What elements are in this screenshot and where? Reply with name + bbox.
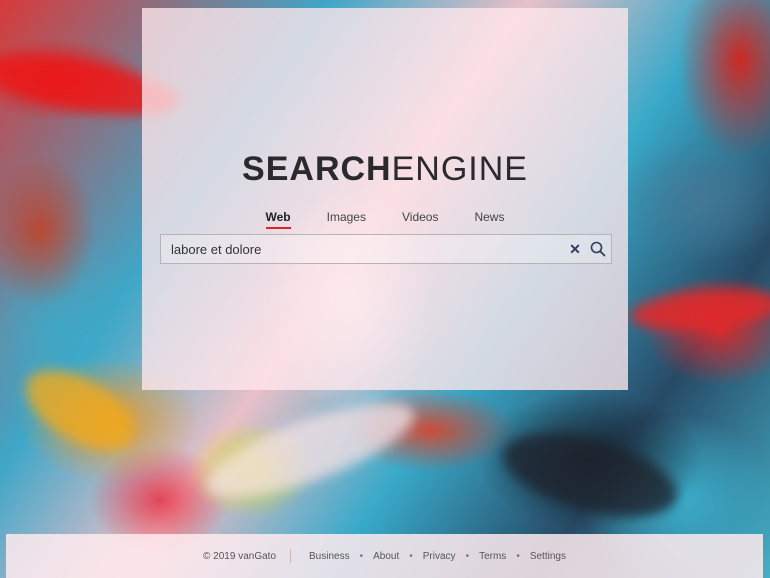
search-box: ✕	[160, 234, 612, 264]
paint-streak	[13, 354, 147, 466]
copyright-text: © 2019 vanGato	[203, 550, 277, 562]
search-icon-svg	[590, 241, 606, 257]
footer-link-privacy[interactable]: Privacy	[423, 551, 456, 562]
footer-separator: •	[465, 550, 470, 562]
paint-streak	[196, 384, 424, 516]
footer-link-settings[interactable]: Settings	[530, 551, 566, 562]
paint-streak	[494, 417, 686, 533]
footer-separator: •	[516, 550, 520, 562]
paint-streak	[628, 283, 770, 337]
tab-news[interactable]: News	[474, 210, 504, 228]
tab-images[interactable]: Images	[327, 210, 366, 228]
footer-separator: •	[359, 550, 364, 562]
logo-bold-text: SEARCH	[242, 150, 392, 188]
search-icon[interactable]	[585, 236, 611, 262]
footer-link-terms[interactable]: Terms	[479, 551, 506, 562]
tab-web[interactable]: Web	[265, 210, 291, 229]
footer-links: Business • About • Privacy • Terms • Set…	[309, 551, 566, 562]
tab-videos[interactable]: Videos	[402, 210, 438, 228]
footer-separator: •	[409, 550, 413, 562]
footer-link-about[interactable]: About	[373, 551, 399, 562]
footer: © 2019 vanGato Business • About • Privac…	[6, 534, 763, 578]
search-panel: SEARCHENGINE Web Images Videos News ✕	[142, 8, 628, 390]
search-input[interactable]	[161, 235, 565, 263]
search-tabs: Web Images Videos News	[142, 210, 628, 229]
close-icon[interactable]: ✕	[565, 241, 585, 258]
logo-light-text: ENGINE	[391, 150, 528, 188]
footer-link-business[interactable]: Business	[309, 551, 350, 562]
footer-divider	[290, 549, 292, 563]
logo: SEARCHENGINE	[142, 149, 628, 189]
